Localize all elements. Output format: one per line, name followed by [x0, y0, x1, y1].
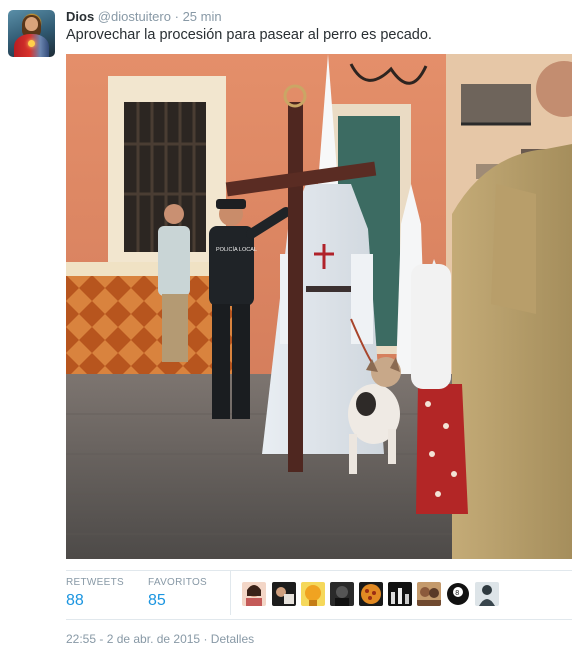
tweet-time[interactable]: 25 min	[183, 9, 222, 24]
svg-text:8: 8	[455, 590, 459, 597]
sacred-heart-icon	[28, 40, 35, 47]
crowd-avatar-icon[interactable]	[388, 582, 412, 606]
retweets-count[interactable]: 88	[66, 592, 124, 610]
author-avatar[interactable]	[8, 10, 55, 57]
tweet-header: Dios @diostuitero · 25 min	[66, 9, 222, 24]
footer-separator: ·	[203, 632, 208, 646]
eight-ball-avatar-icon[interactable]: 8	[446, 582, 470, 606]
retweets-label: RETWEETS	[66, 577, 124, 588]
details-link[interactable]: Detalles	[211, 632, 254, 646]
tweet-text: Aprovechar la procesión para pasear al p…	[66, 27, 432, 43]
favorites-label: FAVORITOS	[148, 577, 208, 588]
author-name[interactable]: Dios	[66, 9, 94, 24]
tweet-stats: RETWEETS 88 FAVORITOS 85 8	[66, 571, 572, 621]
people-avatar-icon[interactable]	[417, 582, 441, 606]
author-handle[interactable]: @diostuitero	[98, 9, 171, 24]
photo-avatar-icon[interactable]	[272, 582, 296, 606]
retweets-stat[interactable]: RETWEETS 88	[66, 577, 124, 610]
favorites-stat[interactable]: FAVORITOS 85	[148, 577, 207, 610]
tweet-photo[interactable]: POLICÍA LOCAL	[66, 54, 572, 559]
stats-top-divider	[66, 570, 572, 571]
police-badge-text: POLICÍA LOCAL	[216, 246, 257, 253]
woman-avatar-icon[interactable]	[242, 582, 266, 606]
tweet-footer: 22:55 - 2 de abr. de 2015 · Detalles	[66, 632, 254, 646]
stats-divider	[230, 571, 231, 615]
yellow-avatar-icon[interactable]	[301, 582, 325, 606]
stats-bottom-divider	[66, 619, 572, 620]
favorites-count[interactable]: 85	[148, 592, 207, 610]
dark-avatar-icon[interactable]	[330, 582, 354, 606]
header-separator: ·	[174, 9, 179, 24]
figure-avatar-icon[interactable]	[475, 582, 499, 606]
tweet-timestamp[interactable]: 22:55 - 2 de abr. de 2015	[66, 632, 200, 646]
pizza-avatar-icon[interactable]	[359, 582, 383, 606]
